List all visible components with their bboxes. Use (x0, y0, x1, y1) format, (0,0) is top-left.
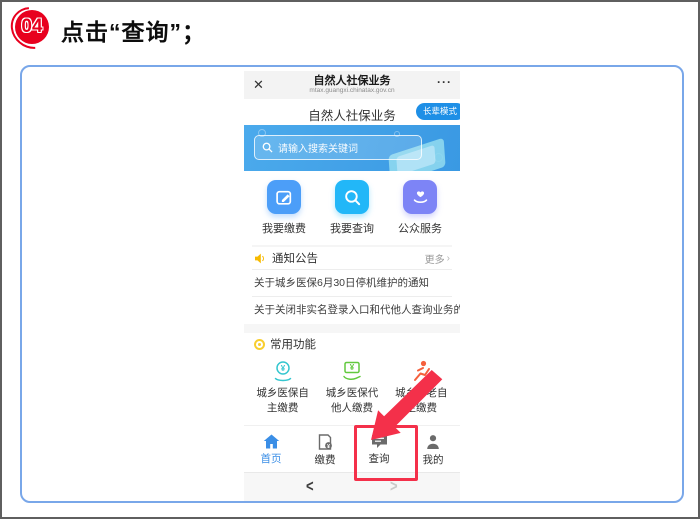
notice-item[interactable]: 关于城乡医保6月30日停机维护的通知 (244, 270, 460, 296)
tab-label: 我的 (423, 452, 444, 467)
step-title: 点击“查询”； (61, 13, 206, 47)
nav-back-icon[interactable]: < (306, 476, 314, 496)
notice-more-link[interactable]: 更多 › (425, 251, 450, 266)
quick-action-public-service[interactable]: 公众服务 (389, 180, 451, 245)
tutorial-page: 04 点击“查询”； ✕ 自然人社保业务 mtax.guangxi.chinat… (0, 0, 700, 519)
more-label: 更多 (425, 251, 445, 266)
yuan-coin-hand-icon: ¥ (249, 357, 317, 383)
miniapp-titlebar: ✕ 自然人社保业务 mtax.guangxi.chinatax.gov.cn ·… (244, 71, 460, 99)
hands-heart-icon (403, 180, 437, 214)
search-icon (262, 142, 273, 153)
quick-action-query[interactable]: 我要查询 (321, 180, 383, 245)
more-menu-icon[interactable]: ··· (437, 75, 452, 89)
tab-label: 缴费 (315, 452, 336, 467)
section-gap (244, 324, 460, 333)
quick-action-label: 我要查询 (321, 220, 383, 236)
svg-text:¥: ¥ (350, 363, 355, 372)
common-item-label: 城乡医保自 主缴费 (249, 386, 317, 416)
browser-nav-row: < > (244, 472, 460, 501)
notice-title: 通知公告 (272, 250, 318, 266)
chevron-right-icon: › (447, 253, 450, 264)
quick-action-label: 我要缴费 (253, 220, 315, 236)
notice-header: 通知公告 更多 › (244, 247, 460, 269)
common-functions-header: 常用功能 (244, 333, 460, 355)
notice-item[interactable]: 关于关闭非实名登录入口和代他人查询业务的通知 (244, 297, 460, 323)
miniapp-title: 自然人社保业务 (244, 75, 460, 87)
close-icon[interactable]: ✕ (253, 77, 264, 93)
edit-icon (267, 180, 301, 214)
search-input[interactable]: 请输入搜索关键词 (254, 135, 422, 160)
quick-action-label: 公众服务 (389, 220, 451, 236)
search-placeholder: 请输入搜索关键词 (278, 140, 358, 155)
gear-ring-icon (254, 339, 265, 350)
page-header: 自然人社保业务 长辈模式 (244, 99, 460, 125)
speaker-icon (254, 253, 267, 264)
miniapp-url: mtax.guangxi.chinatax.gov.cn (244, 87, 460, 94)
tab-home[interactable]: 首页 (244, 426, 298, 472)
search-banner: 请输入搜索关键词 (244, 125, 460, 171)
tab-pay[interactable]: ¥ 缴费 (298, 426, 352, 472)
home-icon (263, 434, 280, 449)
quick-action-pay[interactable]: 我要缴费 (253, 180, 315, 245)
step-number-badge: 04 (15, 10, 49, 44)
elder-mode-button[interactable]: 长辈模式 (416, 103, 460, 120)
quick-actions: 我要缴费 我要查询 公众服务 (244, 171, 460, 245)
miniapp-title-block: 自然人社保业务 mtax.guangxi.chinatax.gov.cn (244, 75, 460, 94)
tab-label: 首页 (261, 451, 282, 466)
svg-text:¥: ¥ (280, 364, 285, 373)
common-item-medical-self-pay[interactable]: ¥ 城乡医保自 主缴费 (249, 357, 317, 423)
common-functions-title: 常用功能 (270, 336, 316, 352)
receipt-yuan-icon: ¥ (317, 434, 333, 450)
annotation-arrow (359, 370, 445, 451)
search-icon (335, 180, 369, 214)
